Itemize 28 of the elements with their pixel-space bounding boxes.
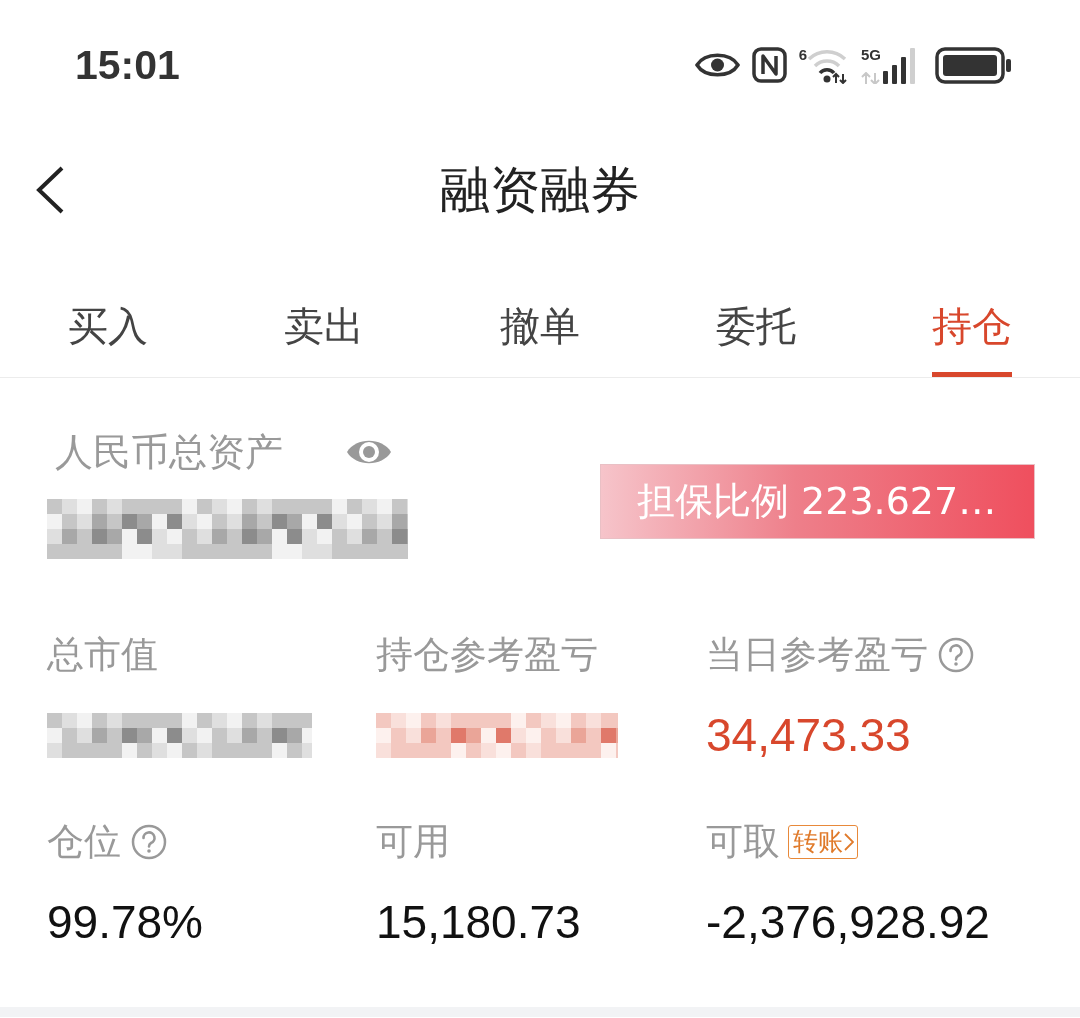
stat-label: 仓位 <box>47 822 121 862</box>
stat-value: 34,473.33 <box>706 709 911 761</box>
tab[interactable]: 卖出 <box>284 302 364 377</box>
tab[interactable]: 买入 <box>68 302 148 377</box>
network-label: 5G <box>861 46 881 62</box>
back-button[interactable] <box>35 166 65 214</box>
stat-label: 持仓参考盈亏 <box>376 635 598 675</box>
page-title: 融资融券 <box>440 159 640 221</box>
stat-value: 99.78% <box>47 896 203 948</box>
stat-label: 当日参考盈亏 <box>706 635 928 675</box>
tab[interactable]: 持仓 <box>932 302 1012 377</box>
help-icon[interactable] <box>131 824 167 860</box>
back-icon <box>35 166 65 214</box>
stat-label: 总市值 <box>47 635 158 675</box>
chevron-right-icon <box>844 832 854 852</box>
nfc-icon <box>751 47 787 83</box>
data-arrows-icon <box>861 71 881 84</box>
stat-value: 15,180.73 <box>376 896 581 948</box>
status-time: 15:01 <box>75 41 180 89</box>
tab[interactable]: 撤单 <box>500 302 580 377</box>
stat-label: 可用 <box>376 822 450 862</box>
stat-value: -2,376,928.92 <box>706 896 990 948</box>
stat-label: 可取 <box>706 822 780 862</box>
tab[interactable]: 委托 <box>716 302 796 377</box>
total-assets-label: 人民币总资产 <box>55 429 283 475</box>
wifi-label: 6 <box>798 46 807 62</box>
battery-icon <box>935 46 1012 84</box>
help-icon[interactable] <box>938 637 974 673</box>
